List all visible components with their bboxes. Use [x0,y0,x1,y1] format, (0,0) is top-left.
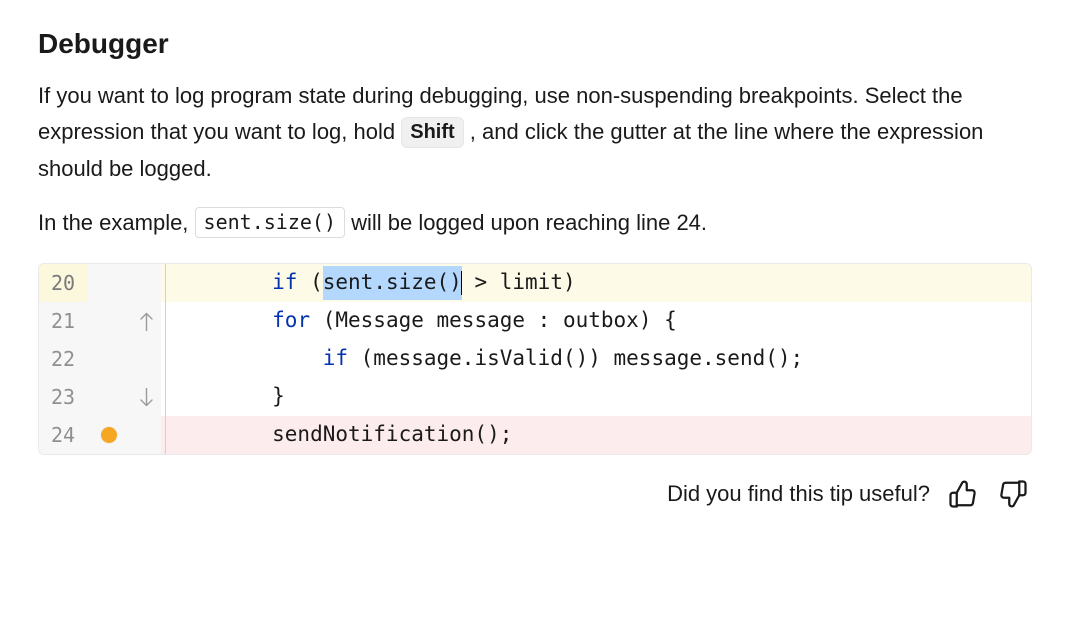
line-number[interactable]: 22 [39,340,87,378]
breakpoint-gutter[interactable] [87,302,131,340]
breakpoint-gutter[interactable] [87,264,131,302]
feedback-row: Did you find this tip useful? [38,477,1032,511]
intro-paragraph: If you want to log program state during … [38,78,1032,187]
code-row: 24 sendNotification(); [39,416,1031,454]
breakpoint-gutter[interactable] [87,340,131,378]
line-number[interactable]: 24 [39,416,87,454]
breakpoint-gutter[interactable] [87,378,131,416]
fold-gutter[interactable] [131,416,161,454]
code-row: 23 } [39,378,1031,416]
fold-handle-icon[interactable] [139,312,154,331]
example-text-2: will be logged upon reaching line 24. [345,210,707,235]
indent-guide [161,264,169,302]
thumbs-down-icon [998,479,1028,509]
thumbs-up-icon [948,479,978,509]
selected-text[interactable]: sent.size() [323,266,462,300]
fold-gutter[interactable] [131,264,161,302]
thumbs-down-button[interactable] [996,477,1030,511]
title: Debugger [38,28,1032,60]
line-number[interactable]: 20 [39,264,87,302]
code-line[interactable]: } [169,378,1031,416]
fold-gutter[interactable] [131,378,161,416]
code-line[interactable]: sendNotification(); [169,416,1031,454]
fold-gutter[interactable] [131,302,161,340]
indent-guide [161,378,169,416]
example-paragraph: In the example, sent.size() will be logg… [38,205,1032,241]
code-editor: 20 if (sent.size() > limit) 21 for (Mess… [38,263,1032,455]
fold-handle-icon[interactable] [139,388,154,407]
code-row: 22 if (message.isValid()) message.send()… [39,340,1031,378]
code-row: 20 if (sent.size() > limit) [39,264,1031,302]
indent-guide [161,302,169,340]
kbd-shift: Shift [401,117,463,148]
code-line[interactable]: if (message.isValid()) message.send(); [169,340,1031,378]
code-row: 21 for (Message message : outbox) { [39,302,1031,340]
indent-guide [161,416,169,454]
code-line[interactable]: for (Message message : outbox) { [169,302,1031,340]
line-number[interactable]: 21 [39,302,87,340]
breakpoint-gutter[interactable] [87,416,131,454]
example-text-1: In the example, [38,210,195,235]
indent-guide [161,340,169,378]
breakpoint-icon[interactable] [101,427,117,443]
thumbs-up-button[interactable] [946,477,980,511]
code-line[interactable]: if (sent.size() > limit) [169,264,1031,302]
inline-code: sent.size() [195,207,345,238]
line-number[interactable]: 23 [39,378,87,416]
feedback-prompt: Did you find this tip useful? [667,481,930,507]
fold-gutter[interactable] [131,340,161,378]
